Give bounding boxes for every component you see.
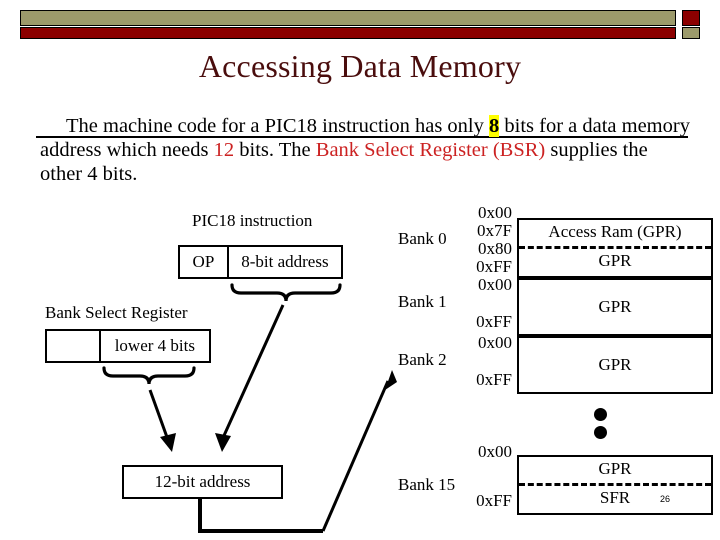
data-memory-diagram: PIC18 instruction OP 8-bit address Bank … bbox=[0, 0, 720, 540]
bsr-box: lower 4 bits bbox=[45, 329, 211, 363]
ellipsis-dot-1 bbox=[594, 408, 607, 421]
bank-0-address-3: 0xFF bbox=[476, 257, 512, 276]
arrow-bsr-to-result-line bbox=[148, 389, 170, 441]
instruction-opcode-cell: OP bbox=[180, 247, 229, 277]
bank-0-address-0: 0x00 bbox=[478, 203, 512, 222]
bank-2-segment-gpr: GPR bbox=[598, 355, 632, 374]
arrow-to-memory-line bbox=[321, 380, 390, 532]
memory-bank-2: GPR bbox=[517, 336, 713, 394]
bank-15-dashed-divider bbox=[519, 483, 711, 486]
bank-label-1: Bank 1 bbox=[398, 292, 447, 311]
result-12bit-address-box: 12-bit address bbox=[122, 465, 283, 499]
arrow-8bit-to-result-line bbox=[220, 304, 285, 441]
bank-2-address-0: 0x00 bbox=[478, 333, 512, 352]
bank-0-address-2: 0x80 bbox=[478, 239, 512, 258]
pic18-instruction-label: PIC18 instruction bbox=[192, 211, 313, 230]
bank-15-address-0: 0x00 bbox=[478, 442, 512, 461]
ellipsis-dot-2 bbox=[594, 426, 607, 439]
elbow-result-to-memory bbox=[198, 499, 323, 533]
arrow-8bit-to-result-head bbox=[215, 433, 231, 452]
bank-15-segment-sfr: SFR bbox=[599, 488, 631, 507]
page-number: 26 bbox=[660, 494, 671, 504]
bank-select-register-label: Bank Select Register bbox=[45, 303, 188, 322]
bank-15-segment-gpr: GPR bbox=[598, 459, 632, 478]
memory-bank-15: GPR SFR bbox=[517, 455, 713, 515]
bsr-lower-4-bits-cell: lower 4 bits bbox=[114, 336, 195, 355]
arrow-to-memory-head bbox=[385, 370, 397, 390]
bank-1-address-1: 0xFF bbox=[476, 312, 512, 331]
bank-0-dashed-divider bbox=[519, 246, 711, 249]
instruction-box: OP 8-bit address bbox=[178, 245, 343, 279]
arrow-bsr-to-result-head bbox=[160, 433, 176, 452]
bsr-upper-cell bbox=[47, 331, 101, 361]
bank-label-2: Bank 2 bbox=[398, 350, 447, 369]
memory-bank-1: GPR bbox=[517, 278, 713, 336]
bank-2-address-1: 0xFF bbox=[476, 370, 512, 389]
brace-8bit-address bbox=[230, 283, 342, 302]
bank-0-segment-gpr: GPR bbox=[598, 251, 632, 270]
bank-0-address-1: 0x7F bbox=[477, 221, 512, 240]
bank-0-segment-access-ram: Access Ram (GPR) bbox=[548, 222, 682, 241]
instruction-address-cell: 8-bit address bbox=[241, 252, 329, 271]
bank-1-segment-gpr: GPR bbox=[598, 297, 632, 316]
bank-15-address-1: 0xFF bbox=[476, 491, 512, 510]
brace-bsr-lower-4-bits bbox=[102, 366, 196, 385]
bank-1-address-0: 0x00 bbox=[478, 275, 512, 294]
memory-bank-0: Access Ram (GPR) GPR bbox=[517, 218, 713, 278]
